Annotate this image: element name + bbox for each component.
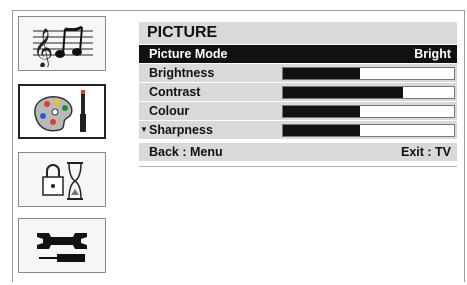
brightness-slider-fill <box>283 68 360 79</box>
picture-mode-row[interactable]: Picture Mode Bright <box>139 45 457 63</box>
contrast-label: Contrast <box>149 85 201 99</box>
sharpness-label: Sharpness <box>149 123 213 137</box>
brightness-slider[interactable] <box>282 67 455 80</box>
contrast-slider[interactable] <box>282 86 455 99</box>
picture-menu: PICTURE Picture Mode Bright Brightness C… <box>139 22 457 167</box>
colour-slider-fill <box>283 106 360 117</box>
scroll-down-icon: ▼ <box>140 125 148 134</box>
sidebar-item-picture[interactable] <box>18 84 106 139</box>
back-hint: Back : Menu <box>149 145 223 159</box>
colour-slider[interactable] <box>282 105 455 118</box>
palette-icon <box>34 89 86 132</box>
sidebar-item-sound[interactable]: 𝄞 <box>18 16 106 71</box>
lock-timer-icon <box>42 161 83 200</box>
picture-mode-value: Bright <box>414 47 451 61</box>
music-icon: 𝄞 <box>33 25 93 67</box>
contrast-slider-fill <box>283 87 403 98</box>
sharpness-row[interactable]: ▼ Sharpness <box>139 121 457 139</box>
menu-footer: Back : Menu Exit : TV <box>139 143 457 161</box>
colour-label: Colour <box>149 104 190 118</box>
tools-icon <box>37 232 87 262</box>
sharpness-slider[interactable] <box>282 124 455 137</box>
colour-row[interactable]: Colour <box>139 102 457 120</box>
exit-hint: Exit : TV <box>400 145 451 159</box>
sharpness-slider-fill <box>283 125 360 136</box>
sidebar-item-setup[interactable] <box>18 218 106 273</box>
picture-mode-label: Picture Mode <box>149 47 228 61</box>
divider <box>139 166 457 167</box>
brightness-row[interactable]: Brightness <box>139 64 457 82</box>
menu-title: PICTURE <box>139 22 457 44</box>
sidebar-item-lock-timer[interactable] <box>18 152 106 207</box>
svg-text:𝄞: 𝄞 <box>33 28 53 67</box>
brightness-label: Brightness <box>149 66 215 80</box>
contrast-row[interactable]: Contrast <box>139 83 457 101</box>
